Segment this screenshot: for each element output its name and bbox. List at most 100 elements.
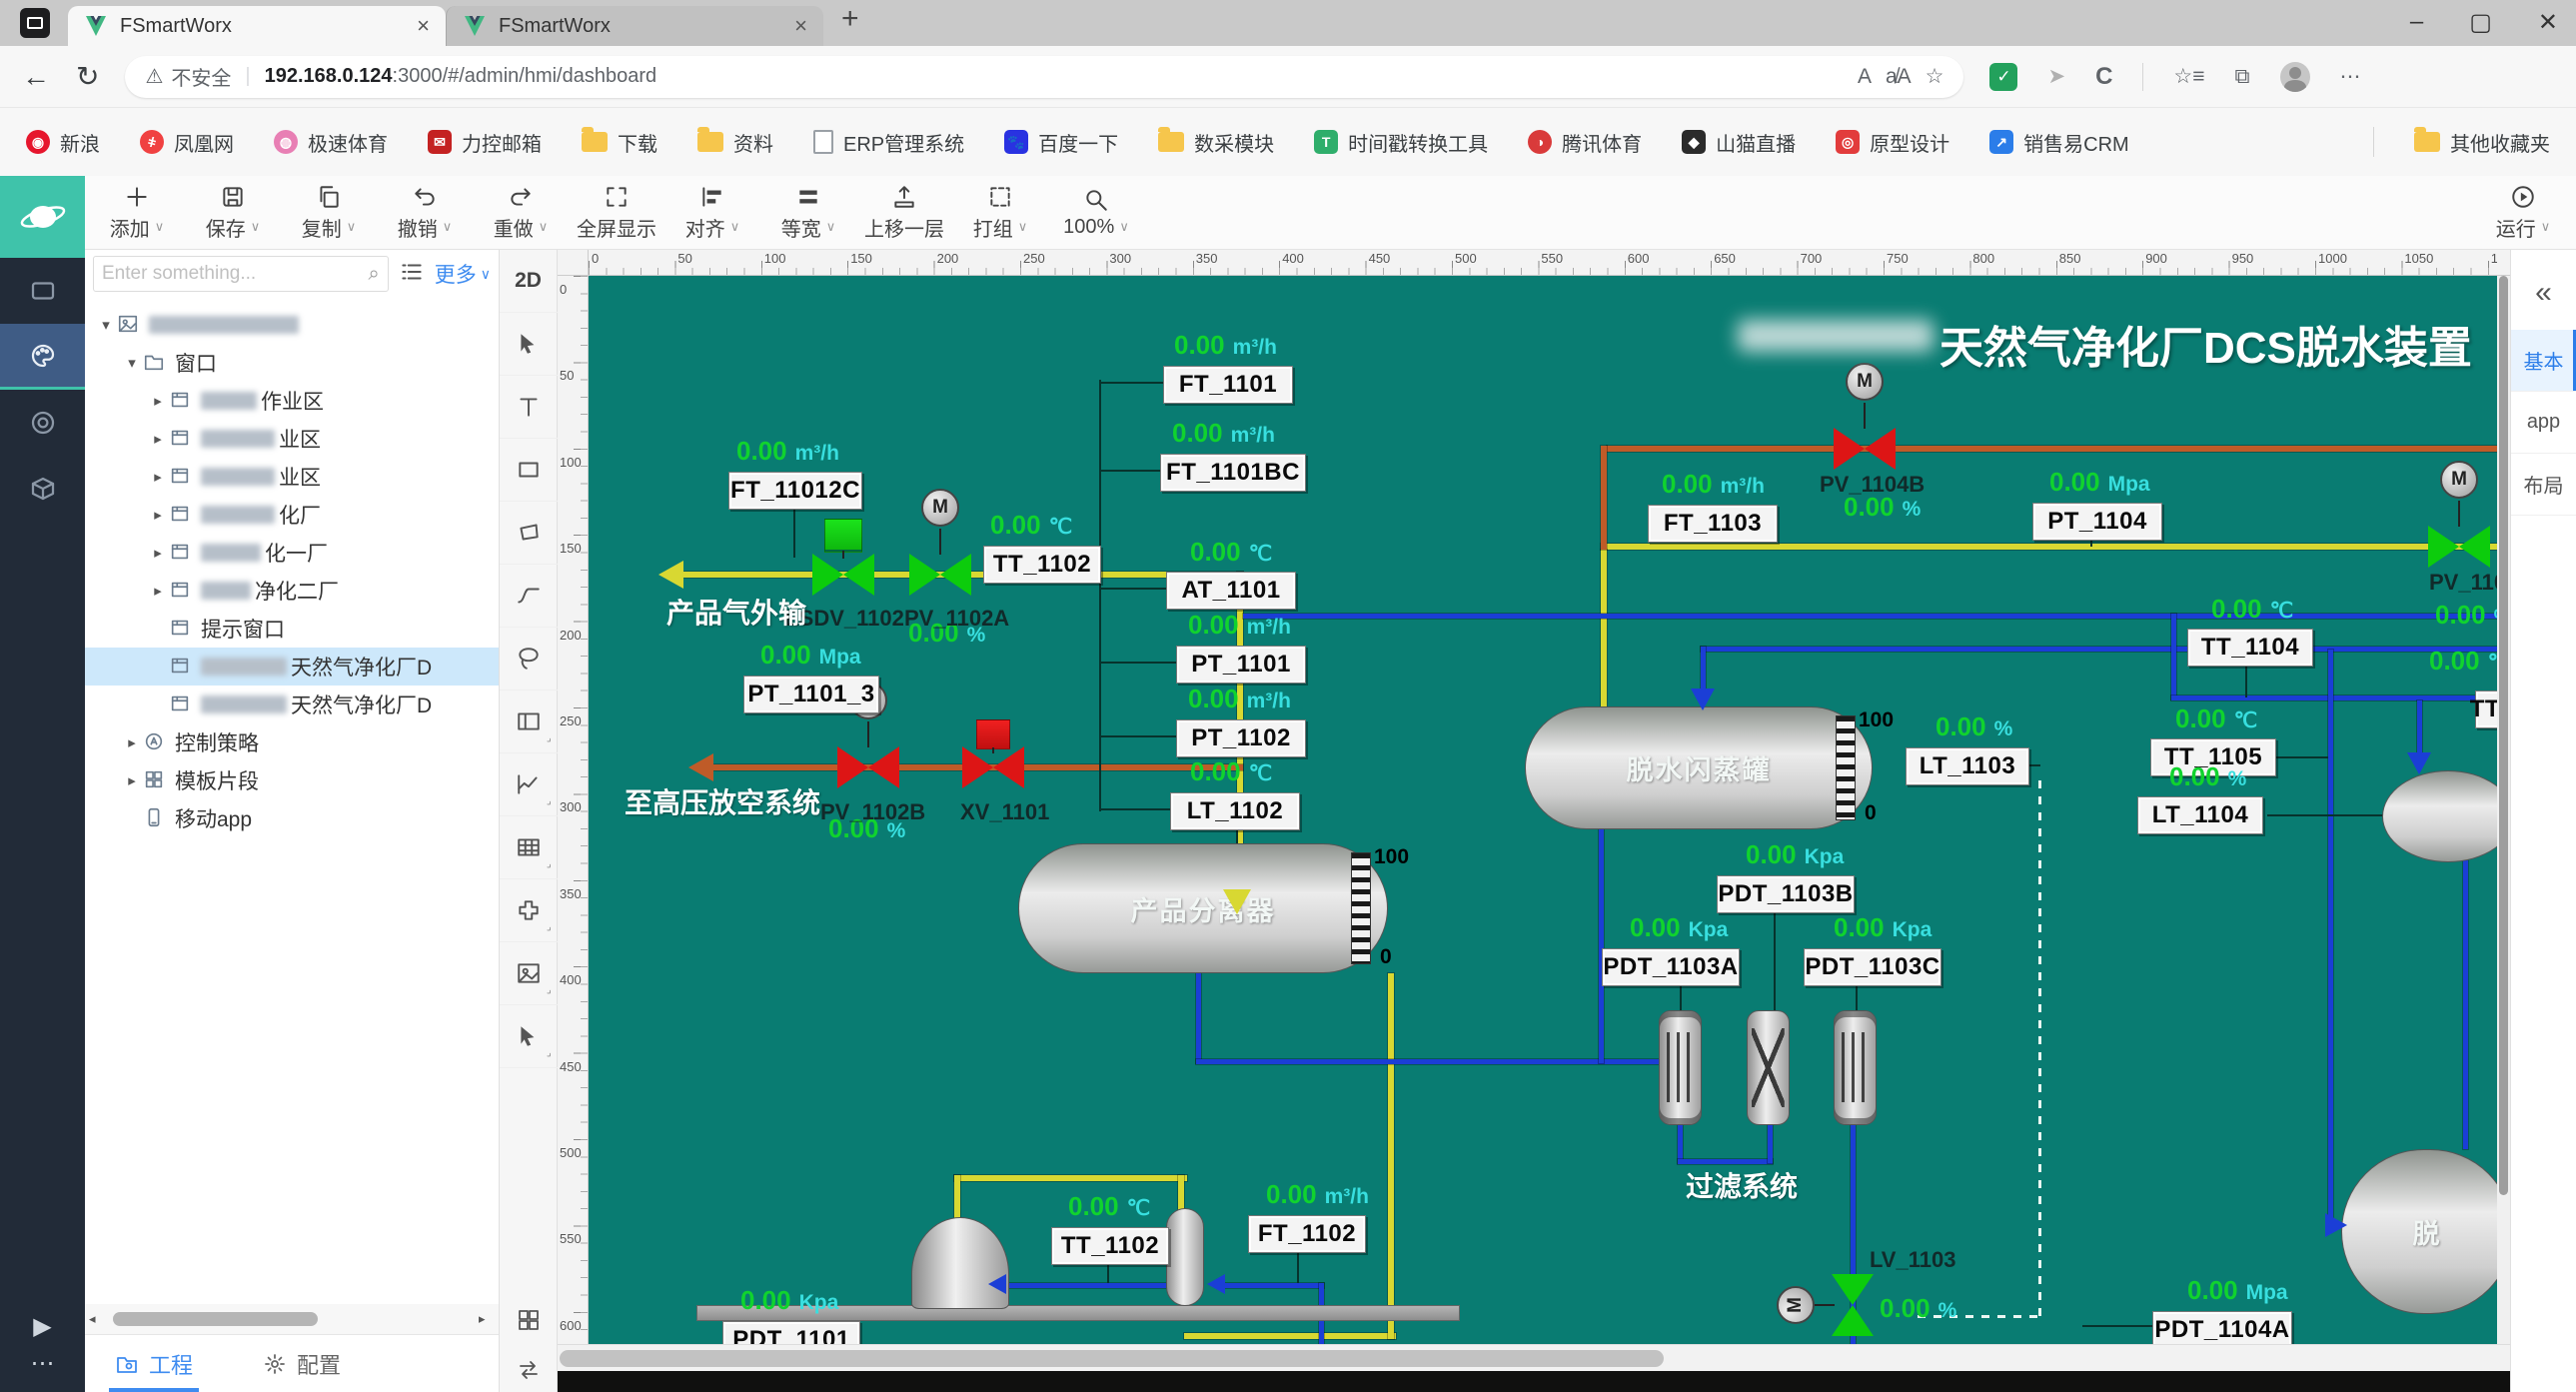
bookmark-doc[interactable]: ERP管理系统 [813, 128, 964, 157]
caret-right-icon[interactable]: ▸ [147, 506, 169, 524]
chevron-down-icon[interactable]: ∨ [347, 219, 357, 235]
toolbar-fullscreen-button[interactable]: 全屏显示 [569, 184, 664, 242]
chevron-down-icon[interactable]: ∨ [826, 219, 836, 235]
tool-widget[interactable]: › [500, 879, 558, 942]
list-view-icon[interactable] [399, 259, 425, 290]
tool-pointer-extra[interactable]: › [500, 1005, 558, 1068]
valve[interactable] [2428, 526, 2490, 568]
expand-icon[interactable]: › [544, 734, 555, 745]
canvas-hscrollbar[interactable] [558, 1344, 2510, 1371]
browser-app-icon[interactable] [20, 8, 50, 38]
bookmark-folder[interactable]: 下载 [582, 128, 657, 157]
app-logo[interactable] [0, 176, 85, 258]
toolbar-save-button[interactable]: 保存∨ [185, 184, 281, 242]
property-tab-app[interactable]: app [2511, 392, 2576, 454]
chevron-down-icon[interactable]: ∨ [251, 219, 261, 235]
tree-node-业区[interactable]: ▸业区 [85, 420, 499, 458]
tree-node-天然气净化厂D[interactable]: 天然气净化厂D [85, 648, 499, 686]
hmi-canvas[interactable]: 产品分离器1000脱水闪蒸罐1000脱MMMMM0.00m³/hFT_11012… [589, 276, 2497, 1344]
translate-icon[interactable]: a̸A [1886, 65, 1912, 89]
url-field[interactable]: ⚠不安全 | 192.168.0.124:3000/#/admin/hmi/da… [125, 56, 1963, 98]
toolbar-group-button[interactable]: 打组∨ [952, 184, 1048, 242]
valve[interactable] [909, 554, 971, 596]
chevron-down-icon[interactable]: ∨ [1119, 219, 1129, 235]
tree-hscrollbar[interactable]: ◂ ▸ [85, 1304, 499, 1334]
window-maximize-button[interactable]: ▢ [2469, 8, 2492, 37]
tag-PDT_1103C[interactable]: PDT_1103C [1804, 948, 1941, 986]
run-button[interactable]: 运行∨ [2480, 184, 2566, 242]
scroll-right-icon[interactable]: ▸ [479, 1311, 495, 1327]
valve[interactable] [1834, 428, 1896, 470]
panel-tab-配置[interactable]: 配置 [263, 1335, 341, 1392]
toolbar-redo-button[interactable]: 重做∨ [473, 184, 569, 242]
chevron-down-icon[interactable]: ∨ [730, 219, 740, 235]
tool-polygon[interactable] [500, 502, 558, 565]
tool-image[interactable]: › [500, 942, 558, 1005]
tag-FT_1101BC[interactable]: FT_1101BC [1160, 454, 1306, 492]
back-icon[interactable]: ← [22, 61, 50, 93]
property-tab-布局[interactable]: 布局 [2511, 454, 2576, 516]
tag-PDT_1104A[interactable]: PDT_1104A [2152, 1311, 2292, 1344]
tool-chart[interactable]: › [500, 753, 558, 816]
tree-node-提示窗口[interactable]: 提示窗口 [85, 610, 499, 648]
tag-FT_1102[interactable]: FT_1102 [1248, 1215, 1366, 1253]
tag-LT_1102[interactable]: LT_1102 [1170, 792, 1300, 830]
tree-node-作业区[interactable]: ▸作业区 [85, 382, 499, 420]
components-icon[interactable] [517, 1308, 541, 1332]
scrollbar-handle[interactable] [113, 1312, 318, 1326]
collections-icon[interactable]: ☆≡ [2173, 64, 2204, 89]
tree-node-窗口[interactable]: ▾窗口 [85, 344, 499, 382]
bookmark-sina[interactable]: ◉新浪 [26, 128, 100, 157]
expand-icon[interactable]: › [544, 860, 555, 871]
toolbar-undo-button[interactable]: 撤销∨ [377, 184, 473, 242]
tree-node-redacted[interactable]: ▾ [85, 306, 499, 344]
toolbar-copy-button[interactable]: 复制∨ [281, 184, 377, 242]
toolbar-plus-button[interactable]: 添加∨ [89, 184, 185, 242]
sidebar-item-hmi-editor[interactable] [0, 324, 85, 390]
browser-tab-2[interactable]: FSmartWorx × [446, 6, 823, 46]
tree-node-控制策略[interactable]: ▸控制策略 [85, 723, 499, 761]
tab-close-icon[interactable]: × [417, 13, 430, 39]
tag-FT_1101[interactable]: FT_1101 [1163, 366, 1293, 404]
more-icon[interactable]: ⋯ [31, 1349, 55, 1378]
expand-icon[interactable]: › [544, 923, 555, 934]
tag-PDT_1103A[interactable]: PDT_1103A [1602, 948, 1740, 986]
valve[interactable] [1832, 1274, 1874, 1336]
tree-node-净化二厂[interactable]: ▸净化二厂 [85, 572, 499, 610]
chevron-down-icon[interactable]: ∨ [443, 219, 453, 235]
caret-down-icon[interactable]: ▾ [95, 316, 117, 334]
read-aloud-icon[interactable]: A [1858, 65, 1872, 89]
browser-menu-icon[interactable]: ⋯ [2340, 64, 2361, 89]
tool-freeform[interactable] [500, 628, 558, 691]
property-tab-基本[interactable]: 基本 [2511, 330, 2576, 392]
caret-down-icon[interactable]: ▾ [121, 354, 143, 372]
toolbar-width-button[interactable]: 等宽∨ [760, 184, 856, 242]
tree-node-业区[interactable]: ▸业区 [85, 458, 499, 496]
sidebar-item-targets[interactable] [0, 390, 85, 456]
tag-LT_1104[interactable]: LT_1104 [2137, 796, 2263, 834]
bookmark-cat[interactable]: ◆山猫直播 [1682, 128, 1796, 157]
security-warning[interactable]: ⚠不安全 [145, 62, 231, 91]
tag-PT_1102[interactable]: PT_1102 [1176, 719, 1306, 757]
tag-LT_1103[interactable]: LT_1103 [1906, 747, 2029, 785]
tag-AT_1101[interactable]: AT_1101 [1166, 572, 1296, 610]
tree-node-化厂[interactable]: ▸化厂 [85, 496, 499, 534]
tag-FT_11012C[interactable]: FT_11012C [728, 472, 862, 510]
extension-c-icon[interactable]: C [2095, 63, 2112, 91]
caret-right-icon[interactable]: ▸ [121, 733, 143, 751]
scroll-left-icon[interactable]: ◂ [89, 1311, 105, 1327]
caret-right-icon[interactable]: ▸ [147, 582, 169, 600]
tool-table[interactable]: › [500, 816, 558, 879]
tag-PDT_1103B[interactable]: PDT_1103B [1717, 875, 1855, 913]
bookmark-sports[interactable]: ◍极速体育 [274, 128, 388, 157]
caret-right-icon[interactable]: ▸ [147, 392, 169, 410]
chevron-down-icon[interactable]: ∨ [2541, 219, 2551, 235]
bookmark-paw[interactable]: 🐾百度一下 [1004, 128, 1118, 157]
bookmark-mail[interactable]: ✉力控邮箱 [428, 128, 542, 157]
swap-icon[interactable] [517, 1358, 541, 1382]
other-favorites[interactable]: 其他收藏夹 [2414, 128, 2550, 157]
tag-PT_1104[interactable]: PT_1104 [2032, 503, 2162, 541]
toolbar-align-button[interactable]: 对齐∨ [664, 184, 760, 242]
tool-panel[interactable]: › [500, 691, 558, 753]
tree-node-天然气净化厂D[interactable]: 天然气净化厂D [85, 686, 499, 723]
